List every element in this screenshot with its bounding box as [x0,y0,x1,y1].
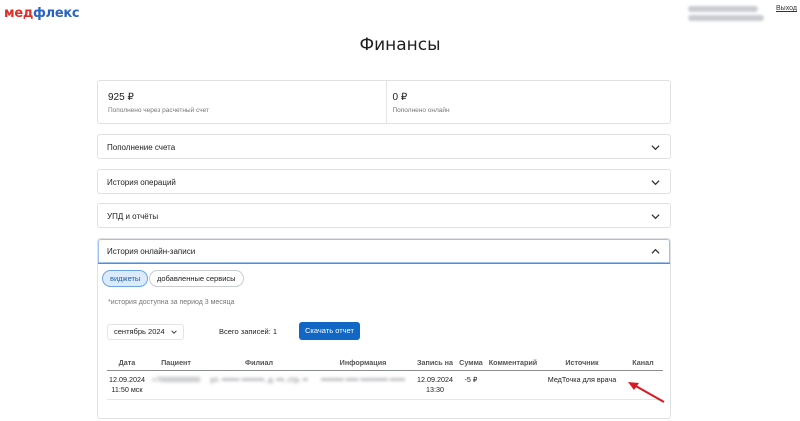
col-channel: Канал [623,355,663,371]
table-row: 12.09.2024 11:50 мск +70000000000 ул. •••… [107,370,663,400]
accordion-title: УПД и отчёты [107,212,159,221]
summary-online-value: 0 ₽ [392,92,408,103]
cell-date: 12.09.2024 11:50 мск [107,370,147,400]
logout-link[interactable]: Выход [776,5,797,12]
cell-source: МедТочка для врача [541,370,623,400]
chevron-up-icon [651,248,660,254]
brand-logo[interactable]: медфлекс [4,6,80,21]
tab-added-services[interactable]: добавленные сервисы [149,270,244,287]
summary-online: 0 ₽ Пополнено онлайн [385,81,671,123]
logo-part-flex: флекс [33,6,80,21]
col-patient: Пациент [147,355,205,371]
page-title: Финансы [359,35,441,55]
logo-part-med: мед [4,6,34,21]
col-info: Информация [313,355,413,371]
col-sum: Сумма [457,355,485,371]
records-total: Всего записей: 1 [219,327,278,336]
tab-widgets[interactable]: виджеты [102,270,149,287]
col-branch: Филиал [205,355,313,371]
summary-bank-label: Пополнено через расчетный счет [108,107,209,114]
col-source: Источник [541,355,623,371]
table-header-row: Дата Пациент Филиал Информация Запись на… [107,355,663,371]
user-info-redacted [688,4,770,24]
summary-online-label: Пополнено онлайн [392,107,450,114]
annotation-arrow-icon [628,382,665,403]
chevron-down-icon [651,145,660,151]
chevron-down-icon [651,180,660,186]
accordion-title: История онлайн-записи [107,247,196,256]
col-record-time: Запись на [413,355,457,371]
history-period-note: *история доступна за период 3 месяца [108,299,235,306]
accordion-online-history: История онлайн-записи виджеты добавленны… [97,238,671,419]
accordion-reports[interactable]: УПД и отчёты [97,203,671,228]
accordion-title: Пополнение счета [107,143,176,152]
cell-sum: -5 ₽ [457,370,485,400]
cell-branch-redacted: ул. ••••••• •••••••••, д. •••, стр. •• [205,370,313,400]
accordion-topup[interactable]: Пополнение счета [97,134,671,159]
accordion-online-header[interactable]: История онлайн-записи [98,239,670,264]
summary-bank: 925 ₽ Пополнено через расчетный счет [98,81,386,123]
accordion-title: История операций [107,178,176,187]
balance-summary: 925 ₽ Пополнено через расчетный счет 0 ₽… [97,80,671,124]
chevron-down-icon [651,214,660,220]
cell-info-redacted: ••••••••• ••••• ••••••••••• •••••• [313,370,413,400]
chevron-down-icon [171,330,177,334]
online-records-table: Дата Пациент Филиал Информация Запись на… [107,355,663,400]
col-comment: Комментарий [485,355,541,371]
download-report-button[interactable]: Скачать отчет [299,322,360,340]
cell-comment [485,370,541,400]
cell-patient-redacted: +70000000000 [147,370,205,400]
summary-bank-value: 925 ₽ [108,92,134,103]
accordion-operations[interactable]: История операций [97,169,671,194]
month-select[interactable]: сентябрь 2024 [107,324,184,340]
month-select-value: сентябрь 2024 [114,327,165,336]
col-date: Дата [107,355,147,371]
cell-record-time: 12.09.2024 13:30 [413,370,457,400]
